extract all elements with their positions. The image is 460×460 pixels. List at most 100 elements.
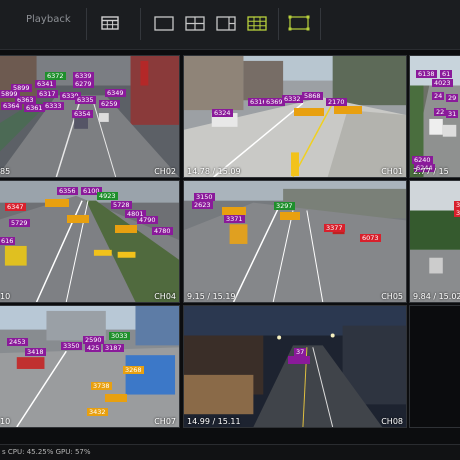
detection-tag: 6372: [45, 72, 66, 80]
detection-tag: 3350: [61, 342, 82, 350]
camera-tile[interactable]: 6138 61 4023 24 29 22 31 6240 6244 2.77 …: [409, 55, 460, 178]
detection-tag: 6324: [212, 109, 233, 117]
camera-fps: 10: [0, 417, 11, 426]
camera-tile-empty[interactable]: [409, 305, 460, 428]
camera-label: CH08: [381, 417, 403, 426]
status-bar: s CPU: 45.25% GPU: 57%: [0, 444, 460, 460]
detection-tag: 61: [440, 70, 453, 78]
detection-tag: 3418: [25, 348, 46, 356]
detection-tag: 32: [454, 201, 460, 209]
detection-tag: 5868: [302, 92, 323, 100]
detection-tag: [280, 212, 300, 220]
camera-feed: [184, 306, 406, 427]
detection-tag: 5899: [0, 90, 20, 98]
camera-tile[interactable]: 6316 6369 6332 5868 2170 6324 14.78 / 15…: [183, 55, 407, 178]
detection-tag: 6240: [412, 156, 433, 164]
camera-label: CH05: [381, 292, 403, 301]
detection-tag: 31: [454, 209, 460, 217]
camera-tile[interactable]: 6372 6339 6341 5899 6279 6317 6330 6335 …: [0, 55, 180, 178]
fullscreen-icon[interactable]: [286, 13, 312, 33]
camera-feed: [410, 181, 460, 302]
detection-tag: 616: [0, 237, 16, 245]
detection-tag: 6361: [24, 104, 45, 112]
detection-tag: 3297: [274, 202, 295, 210]
camera-label: CH04: [154, 292, 176, 301]
detection-tag: 6279: [73, 80, 94, 88]
detection-tag: [105, 394, 127, 402]
camera-label: CH07: [154, 417, 176, 426]
detection-tag: 6317: [37, 90, 58, 98]
detection-tag: 6073: [360, 234, 381, 242]
resource-usage: s CPU: 45.25% GPU: 57%: [2, 448, 91, 456]
toolbar-divider: [320, 8, 321, 40]
detection-tag: 3371: [224, 215, 245, 223]
detection-tag: 2623: [192, 201, 213, 209]
detection-tag: 6347: [5, 203, 26, 211]
detection-tag: 6354: [72, 110, 93, 118]
tab-playback[interactable]: Playback: [26, 14, 71, 25]
detection-tag: 4023: [432, 79, 453, 87]
camera-grid: 6372 6339 6341 5899 6279 6317 6330 6335 …: [0, 55, 460, 442]
camera-feed: [0, 181, 179, 302]
camera-tile[interactable]: 3150 2623 3297 3371 3377 6073 9.15 / 15.…: [183, 180, 407, 303]
detection-tag: 5729: [9, 219, 30, 227]
detection-tag: 2170: [326, 98, 347, 106]
toolbar-divider: [86, 8, 87, 40]
camera-fps: 14.99 / 15.11: [187, 417, 241, 426]
camera-fps: 14.78 / 15.09: [187, 167, 241, 176]
camera-fps: 9.84 / 15.02: [413, 292, 460, 301]
detection-tag: 22: [434, 108, 447, 116]
camera-fps: 9.15 / 15.19: [187, 292, 236, 301]
calendar-icon[interactable]: [97, 13, 123, 33]
layout-1x1-icon[interactable]: [151, 13, 177, 33]
detection-tag: 6332: [282, 95, 303, 103]
detection-tag: 6356: [57, 187, 78, 195]
camera-label: CH01: [381, 167, 403, 176]
detection-tag: 6138: [416, 70, 437, 78]
layout-2x2-icon[interactable]: [182, 13, 208, 33]
detection-tag: 24: [432, 92, 445, 100]
layout-1plus5-icon[interactable]: [213, 13, 239, 33]
detection-tag: 4790: [137, 216, 158, 224]
camera-tile[interactable]: 32 31 9.84 / 15.02: [409, 180, 460, 303]
detection-tag: [115, 225, 137, 233]
detection-tag: 6259: [99, 100, 120, 108]
detection-tag: 4923: [97, 192, 118, 200]
detection-tag: 29: [446, 94, 459, 102]
camera-fps: 85: [0, 167, 11, 176]
detection-tag: 2453: [7, 338, 28, 346]
detection-tag: 6335: [75, 96, 96, 104]
camera-tile[interactable]: 37 14.99 / 15.11 CH08: [183, 305, 407, 428]
detection-tag: 6341: [35, 80, 56, 88]
detection-tag: 37: [294, 348, 307, 356]
detection-tag: 5728: [111, 201, 132, 209]
toolbar-divider: [140, 8, 141, 40]
detection-tag: 6349: [105, 89, 126, 97]
detection-tag: 3268: [123, 366, 144, 374]
layout-3x3-icon[interactable]: [244, 13, 270, 33]
camera-label: CH02: [154, 167, 176, 176]
detection-tag: 6339: [73, 72, 94, 80]
detection-tag: 3377: [324, 224, 345, 232]
detection-tag: [222, 207, 246, 215]
detection-tag: [67, 215, 89, 223]
detection-tag: 6364: [1, 102, 22, 110]
detection-tag: 2590: [83, 336, 104, 344]
detection-tag: 3432: [87, 408, 108, 416]
detection-tag: [294, 108, 324, 116]
detection-tag: 4780: [152, 227, 173, 235]
detection-tag: 3187: [103, 344, 124, 352]
camera-fps: 2.77 / 15: [413, 167, 449, 176]
detection-tag: 6333: [43, 102, 64, 110]
detection-tag: [45, 199, 69, 207]
camera-tile[interactable]: 6356 6100 4923 6347 5728 4801 4790 5729 …: [0, 180, 180, 303]
toolbar: Playback: [0, 0, 460, 50]
detection-tag: 3033: [109, 332, 130, 340]
detection-tag: [288, 356, 310, 364]
detection-tag: 3150: [194, 193, 215, 201]
detection-tag: 3738: [91, 382, 112, 390]
detection-tag: 425: [85, 344, 102, 352]
detection-tag: [334, 106, 362, 114]
camera-tile[interactable]: 2453 3033 2590 3350 425 3187 3418 3268 3…: [0, 305, 180, 428]
camera-fps: 10: [0, 292, 11, 301]
